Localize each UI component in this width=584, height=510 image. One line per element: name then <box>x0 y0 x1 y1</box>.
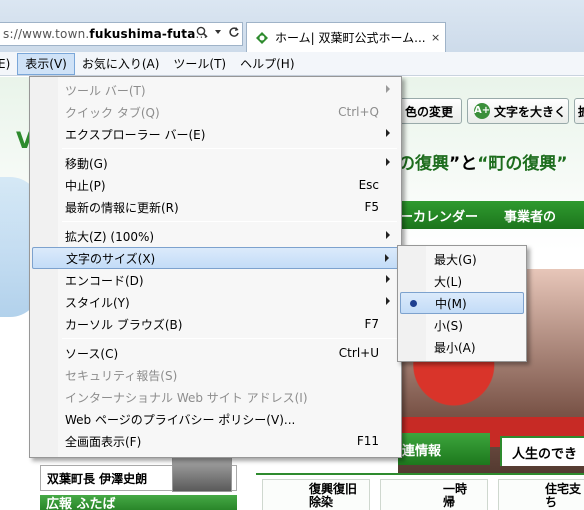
extra-button[interactable]: 拡 <box>574 98 584 124</box>
menu-item-security-report[interactable]: セキュリティ報告(S) <box>32 364 399 386</box>
menu-item-source[interactable]: ソース(C) Ctrl+U <box>32 342 399 364</box>
menu-item-encoding[interactable]: エンコード(D) <box>32 269 399 291</box>
menu-item-full-screen[interactable]: 全画面表示(F) F11 <box>32 430 399 452</box>
menu-item-go-to[interactable]: 移動(G) <box>32 152 399 174</box>
menu-item-quick-tabs[interactable]: クイック タブ(Q) Ctrl+Q <box>32 101 399 123</box>
submenu-arrow-icon <box>386 275 390 283</box>
housing-support-card[interactable]: 住宅支ち <box>498 479 584 510</box>
text-size-larger[interactable]: 大(L) <box>400 270 524 292</box>
submenu-arrow-icon <box>386 85 390 93</box>
browser-chrome: s://www.town.fukushima-futa... ホーム| 双葉町公… <box>0 0 584 52</box>
temporary-return-card[interactable]: 一時帰 <box>380 479 488 510</box>
green-nav-bar: ーカレンダー 事業者の <box>398 201 584 229</box>
nav-calendar-link[interactable]: ーカレンダー <box>400 206 478 225</box>
view-menu: ツール バー(T) クイック タブ(Q) Ctrl+Q エクスプローラー バー(E… <box>29 76 402 458</box>
menu-item-zoom[interactable]: 拡大(Z) (100%) <box>32 225 399 247</box>
menu-item-text-size[interactable]: 文字のサイズ(X) <box>32 247 399 269</box>
menu-bar: E) 表示(V) お気に入り(A) ツール(T) ヘルプ(H) <box>0 52 584 76</box>
submenu-arrow-icon <box>386 297 390 305</box>
menu-tools[interactable]: ツール(T) <box>166 53 233 75</box>
refresh-icon[interactable] <box>228 26 240 38</box>
text-size-smaller[interactable]: 小(S) <box>400 314 524 336</box>
submenu-arrow-icon <box>386 158 390 166</box>
text-size-largest[interactable]: 最大(G) <box>400 248 524 270</box>
dropdown-arrow-icon[interactable] <box>214 28 222 36</box>
menu-item-privacy-policy[interactable]: Web ページのプライバシー ポリシー(V)... <box>32 408 399 430</box>
submenu-arrow-icon <box>386 231 390 239</box>
tab-label: ホーム| 双葉町公式ホーム... <box>275 31 425 45</box>
menu-edit[interactable]: E) <box>0 53 17 75</box>
menu-favorites[interactable]: お気に入り(A) <box>75 53 167 75</box>
bigger-text-button[interactable]: A+ 文字を大きく <box>467 98 569 124</box>
menu-item-refresh[interactable]: 最新の情報に更新(R) F5 <box>32 196 399 218</box>
text-size-smallest[interactable]: 最小(A) <box>400 336 524 358</box>
menu-item-caret-browsing[interactable]: カーソル ブラウズ(B) F7 <box>32 313 399 335</box>
menu-separator <box>62 148 397 149</box>
menu-help[interactable]: ヘルプ(H) <box>233 53 301 75</box>
tab-close-icon[interactable]: × <box>431 31 440 44</box>
favicon-icon <box>256 31 268 44</box>
search-icon[interactable] <box>196 26 208 38</box>
submenu-arrow-icon <box>385 254 389 262</box>
menu-item-toolbars[interactable]: ツール バー(T) <box>32 79 399 101</box>
submenu-arrow-icon <box>386 129 390 137</box>
text-size-medium[interactable]: 中(M) <box>400 292 524 314</box>
address-text: s://www.town.fukushima-futa... <box>3 27 208 41</box>
mayor-link[interactable]: 双葉町長 伊澤史朗 <box>40 436 237 492</box>
color-change-button[interactable]: 色の変更 <box>398 98 462 124</box>
menu-item-explorer-bars[interactable]: エクスプローラー バー(E) <box>32 123 399 145</box>
text-size-submenu: 最大(G) 大(L) 中(M) 小(S) 最小(A) <box>397 245 527 362</box>
tab-related-info[interactable]: 連情報 <box>398 433 490 465</box>
menu-item-stop[interactable]: 中止(P) Esc <box>32 174 399 196</box>
menu-separator <box>62 338 397 339</box>
tab-life-events[interactable]: 人生のでき <box>500 436 584 466</box>
menu-item-international-address[interactable]: インターナショナル Web サイト アドレス(I) <box>32 386 399 408</box>
menu-separator <box>62 221 397 222</box>
recovery-card[interactable]: 復興復旧 除染 <box>262 479 370 510</box>
text-size-icon: A+ <box>474 103 490 119</box>
browser-tab[interactable]: ホーム| 双葉町公式ホーム... × <box>246 22 446 52</box>
futaba-newsletter-link[interactable]: 広報 ふたば <box>40 495 237 510</box>
selected-radio-icon <box>410 300 417 307</box>
menu-view[interactable]: 表示(V) <box>17 52 75 75</box>
page-slogan: の復興”と“町の復興” <box>398 154 568 174</box>
menu-item-style[interactable]: スタイル(Y) <box>32 291 399 313</box>
address-bar[interactable]: s://www.town.fukushima-futa... <box>0 22 243 46</box>
nav-business-link[interactable]: 事業者の <box>504 206 556 225</box>
